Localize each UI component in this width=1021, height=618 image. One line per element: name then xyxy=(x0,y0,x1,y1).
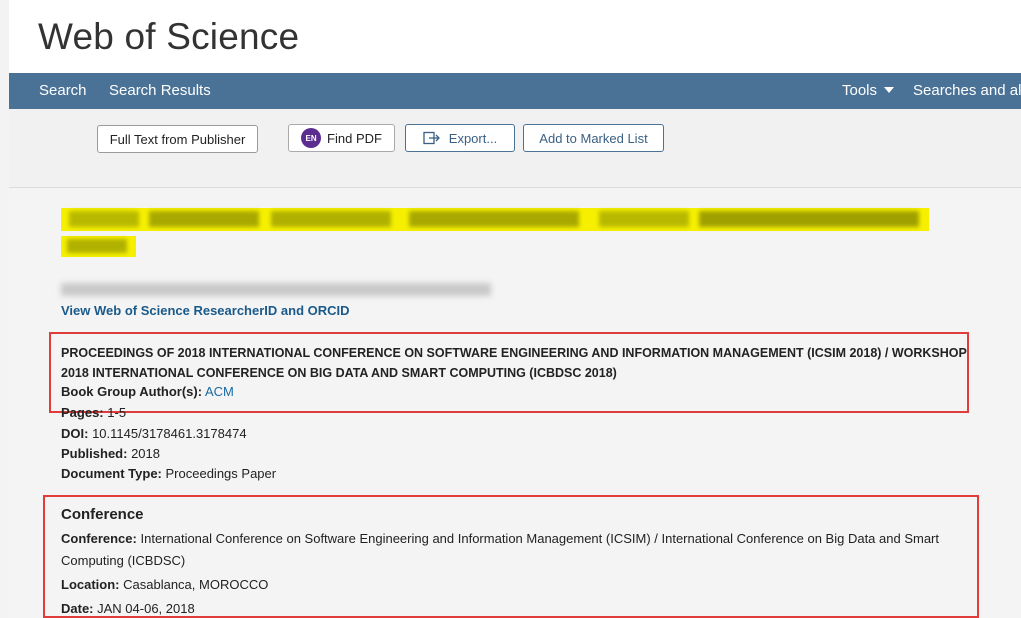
pages-value: 1-5 xyxy=(107,405,127,420)
conference-row: Conference: International Conference on … xyxy=(61,528,961,572)
redaction-mark xyxy=(69,211,139,227)
left-margin xyxy=(0,0,9,618)
conference-label: Conference: xyxy=(61,531,137,546)
redaction-mark xyxy=(67,239,127,253)
conference-heading: Conference xyxy=(61,506,144,523)
location-row: Location: Casablanca, MOROCCO xyxy=(61,577,268,592)
published-row: Published: 2018 xyxy=(61,446,160,461)
document-type-value: Proceedings Paper xyxy=(165,466,277,481)
document-type-label: Document Type: xyxy=(61,466,162,481)
date-value: JAN 04-06, 2018 xyxy=(97,601,195,616)
pages-row: Pages: 1-5 xyxy=(61,405,126,420)
export-icon xyxy=(423,131,441,145)
location-value: Casablanca, MOROCCO xyxy=(123,577,269,592)
nav-search-results[interactable]: Search Results xyxy=(109,73,211,109)
top-nav: Search Search Results Tools Searches and… xyxy=(9,73,1021,109)
nav-search[interactable]: Search xyxy=(39,73,87,109)
export-label: Export... xyxy=(448,130,498,146)
location-label: Location: xyxy=(61,577,120,592)
nav-tools-label: Tools xyxy=(842,82,878,99)
redaction-mark xyxy=(409,211,579,227)
full-text-button[interactable]: Full Text from Publisher xyxy=(97,125,258,153)
chevron-down-icon xyxy=(884,87,895,93)
book-group-author-link[interactable]: ACM xyxy=(205,384,234,399)
book-group-label: Book Group Author(s): xyxy=(61,384,203,399)
researcher-id-link[interactable]: View Web of Science ResearcherID and ORC… xyxy=(61,303,350,318)
record-content: View Web of Science ResearcherID and ORC… xyxy=(9,188,1021,618)
record-toolbar: Full Text from Publisher EN Find PDF Exp… xyxy=(9,109,1021,188)
doi-value: 10.1145/3178461.3178474 xyxy=(92,426,247,441)
published-label: Published: xyxy=(61,446,128,461)
find-pdf-logo-icon: EN xyxy=(301,128,322,148)
find-pdf-button[interactable]: EN Find PDF xyxy=(288,124,395,152)
date-label: Date: xyxy=(61,601,94,616)
brand-title[interactable]: Web of Science xyxy=(38,16,299,58)
blurred-author-line xyxy=(61,283,491,296)
add-to-marked-list-button[interactable]: Add to Marked List xyxy=(523,124,664,152)
redaction-mark xyxy=(599,211,689,227)
date-row: Date: JAN 04-06, 2018 xyxy=(61,601,195,616)
header: Web of Science xyxy=(9,0,1021,73)
export-button[interactable]: Export... xyxy=(405,124,515,152)
pages-label: Pages: xyxy=(61,405,104,420)
redaction-mark xyxy=(149,211,259,227)
published-value: 2018 xyxy=(131,446,160,461)
doi-row: DOI: 10.1145/3178461.3178474 xyxy=(61,426,247,441)
proceedings-title: PROCEEDINGS OF 2018 INTERNATIONAL CONFER… xyxy=(61,346,967,380)
redaction-mark xyxy=(699,211,919,227)
doi-label: DOI: xyxy=(61,426,89,441)
redaction-mark xyxy=(271,211,391,227)
nav-searches-alerts[interactable]: Searches and ale xyxy=(913,73,1021,109)
document-type-row: Document Type: Proceedings Paper xyxy=(61,466,276,481)
nav-tools[interactable]: Tools xyxy=(842,73,895,109)
book-group-author-row: Book Group Author(s): ACM xyxy=(61,384,234,399)
find-pdf-label: Find PDF xyxy=(327,130,382,146)
conference-value: International Conference on Software Eng… xyxy=(61,531,939,568)
